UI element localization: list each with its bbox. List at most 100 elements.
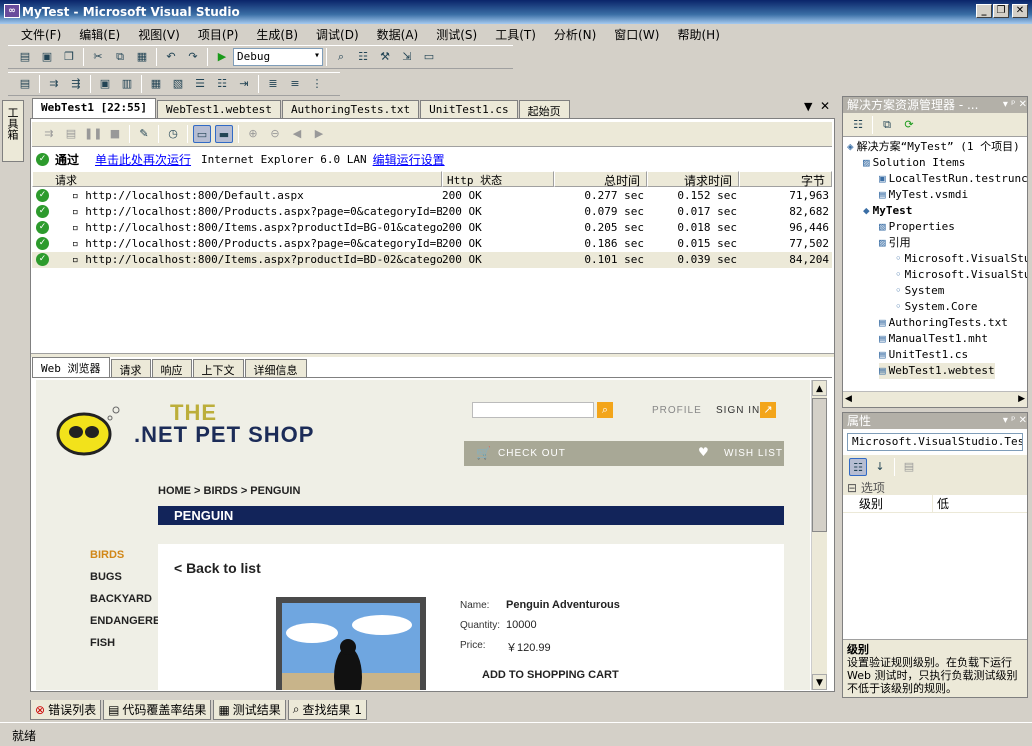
- categorized-icon[interactable]: ☷: [849, 458, 867, 476]
- close-doc-icon[interactable]: ✕: [820, 99, 830, 113]
- tab-details[interactable]: 详细信息: [244, 359, 307, 377]
- tree-item[interactable]: ▤ UnitTest1.cs: [879, 347, 968, 363]
- export-icon[interactable]: ⇥: [235, 75, 253, 93]
- search-input[interactable]: [472, 402, 594, 418]
- menu-window[interactable]: 窗口(W): [607, 26, 666, 43]
- comment-icon[interactable]: ⋮: [308, 75, 326, 93]
- dropdown-icon[interactable]: ▾: [1003, 99, 1008, 110]
- tab-request[interactable]: 请求: [110, 359, 151, 377]
- properties-category[interactable]: ⊟ 选项: [843, 479, 1027, 495]
- close-icon[interactable]: ✕: [1019, 415, 1027, 426]
- tree-item[interactable]: ▧ Properties: [879, 219, 955, 235]
- tab-find-results[interactable]: ⌕ 查找结果 1: [287, 700, 367, 720]
- indent-icon[interactable]: ≣: [264, 75, 282, 93]
- tree-item[interactable]: ◦Microsoft.VisualStudio.QualityTools: [895, 267, 1027, 283]
- category-backyard[interactable]: BACKYARD: [90, 593, 152, 605]
- tree-item[interactable]: ◆ MyTest: [863, 203, 912, 219]
- tab-webtest1-webtest[interactable]: WebTest1.webtest: [156, 100, 281, 118]
- tree-item[interactable]: ▨ Solution Items: [863, 155, 965, 171]
- tab-authoringtests[interactable]: AuthoringTests.txt: [281, 100, 420, 118]
- col-bytes[interactable]: 字节: [739, 171, 832, 188]
- properties-object-select[interactable]: Microsoft.VisualStudio.TestTools: [847, 433, 1023, 451]
- menu-help[interactable]: 帮助(H): [670, 26, 726, 43]
- tab-response[interactable]: 响应: [151, 359, 192, 377]
- step-icon[interactable]: ▤: [62, 125, 80, 143]
- tree-item[interactable]: ▨ 引用: [879, 235, 911, 251]
- import-icon[interactable]: ⇲: [398, 48, 416, 66]
- property-value[interactable]: 低: [933, 495, 949, 512]
- tab-unittest1[interactable]: UnitTest1.cs: [420, 100, 518, 118]
- test-runs-icon[interactable]: ☷: [213, 75, 231, 93]
- properties-icon[interactable]: ☷: [849, 116, 867, 134]
- category-bugs[interactable]: BUGS: [90, 571, 122, 583]
- test-results-icon[interactable]: ▦: [147, 75, 165, 93]
- scroll-down-icon[interactable]: ▼: [812, 674, 827, 690]
- category-fish[interactable]: FISH: [90, 637, 115, 649]
- properties-icon[interactable]: ☷: [354, 48, 372, 66]
- test-list-icon[interactable]: ☰: [191, 75, 209, 93]
- save-all-icon[interactable]: ❐: [60, 48, 78, 66]
- show-all-files-icon[interactable]: ⧉: [878, 116, 896, 134]
- browser-scrollbar[interactable]: ▲ ▼: [811, 380, 827, 690]
- forward-nav-icon[interactable]: ▶: [310, 125, 328, 143]
- test-manager-icon[interactable]: ▥: [118, 75, 136, 93]
- menu-view[interactable]: 视图(V): [131, 26, 187, 43]
- zoom-out-icon[interactable]: ⊖: [266, 125, 284, 143]
- tree-item[interactable]: ▤ ManualTest1.mht: [879, 331, 988, 347]
- scroll-left-icon[interactable]: ◀: [845, 394, 852, 405]
- tree-item[interactable]: ◦ System.Core: [895, 299, 977, 315]
- col-total-time[interactable]: 总时间: [554, 171, 647, 188]
- profile-link[interactable]: PROFILE: [652, 405, 702, 416]
- tab-test-results[interactable]: ▦ 测试结果: [213, 700, 286, 720]
- table-row[interactable]: ✓ ▫ http://localhost:800/Items.aspx?prod…: [32, 220, 832, 236]
- stop-icon[interactable]: ■: [106, 125, 124, 143]
- tree-hscrollbar[interactable]: ◀ ▶: [843, 391, 1027, 407]
- check-out-link[interactable]: CHECK OUT: [498, 448, 566, 459]
- sign-in-arrow-icon[interactable]: ↗: [760, 402, 776, 418]
- tree-item[interactable]: ▤ WebTest1.webtest: [879, 363, 995, 379]
- scroll-up-icon[interactable]: ▲: [812, 380, 827, 396]
- menu-analyze[interactable]: 分析(N): [547, 26, 603, 43]
- history-icon[interactable]: ◷: [164, 125, 182, 143]
- save-icon[interactable]: ▣: [38, 48, 56, 66]
- scroll-right-icon[interactable]: ▶: [1018, 394, 1025, 405]
- sign-in-link[interactable]: SIGN IN: [716, 405, 760, 416]
- tree-item[interactable]: ◦Microsoft.VisualStudio.QualityTools: [895, 251, 1027, 267]
- property-pages-icon[interactable]: ▤: [900, 458, 918, 476]
- col-request[interactable]: 请求: [32, 171, 442, 187]
- split-vertical-icon[interactable]: ▬: [215, 125, 233, 143]
- menu-file[interactable]: 文件(F): [14, 26, 68, 43]
- copy-icon[interactable]: ⧉: [111, 48, 129, 66]
- close-icon[interactable]: ✕: [1019, 99, 1027, 110]
- new-test-icon[interactable]: ▤: [16, 75, 34, 93]
- menu-project[interactable]: 项目(P): [191, 26, 246, 43]
- menu-debug[interactable]: 调试(D): [309, 26, 366, 43]
- category-birds[interactable]: BIRDS: [90, 549, 124, 561]
- tab-context[interactable]: 上下文: [192, 359, 244, 377]
- tree-item[interactable]: ▣LocalTestRun.testrunconfig: [879, 171, 1027, 187]
- dropdown-icon[interactable]: ▾: [1003, 415, 1008, 426]
- new-project-icon[interactable]: ▤: [16, 48, 34, 66]
- start-debug-icon[interactable]: ▶: [213, 48, 231, 66]
- toolbox-dock-tab[interactable]: 工具箱: [2, 100, 24, 162]
- close-button[interactable]: ✕: [1012, 4, 1028, 18]
- rerun-link[interactable]: 单击此处再次运行: [95, 151, 191, 168]
- menu-test[interactable]: 测试(S): [429, 26, 484, 43]
- tab-webtest1-run[interactable]: WebTest1 [22:55]: [32, 98, 156, 118]
- wish-list-link[interactable]: WISH LIST: [724, 448, 783, 459]
- tab-web-browser[interactable]: Web 浏览器: [32, 357, 110, 377]
- undo-icon[interactable]: ↶: [162, 48, 180, 66]
- test-view-icon[interactable]: ▣: [96, 75, 114, 93]
- back-nav-icon[interactable]: ◀: [288, 125, 306, 143]
- edit-run-settings-link[interactable]: 编辑运行设置: [373, 151, 445, 168]
- col-http-status[interactable]: Http 状态: [442, 171, 554, 187]
- table-row[interactable]: ✓ ▫ http://localhost:800/Default.aspx 20…: [32, 188, 832, 204]
- minimize-button[interactable]: _: [976, 4, 992, 18]
- tab-code-coverage[interactable]: ▤ 代码覆盖率结果: [103, 700, 212, 720]
- refresh-icon[interactable]: ⟳: [900, 116, 918, 134]
- edit-icon[interactable]: ✎: [135, 125, 153, 143]
- table-row[interactable]: ✓ ▫ http://localhost:800/Products.aspx?p…: [32, 204, 832, 220]
- pin-icon[interactable]: ᵖ: [1011, 415, 1015, 426]
- table-row[interactable]: ✓ ▫ http://localhost:800/Products.aspx?p…: [32, 236, 832, 252]
- category-endangered[interactable]: ENDANGERED: [90, 615, 168, 627]
